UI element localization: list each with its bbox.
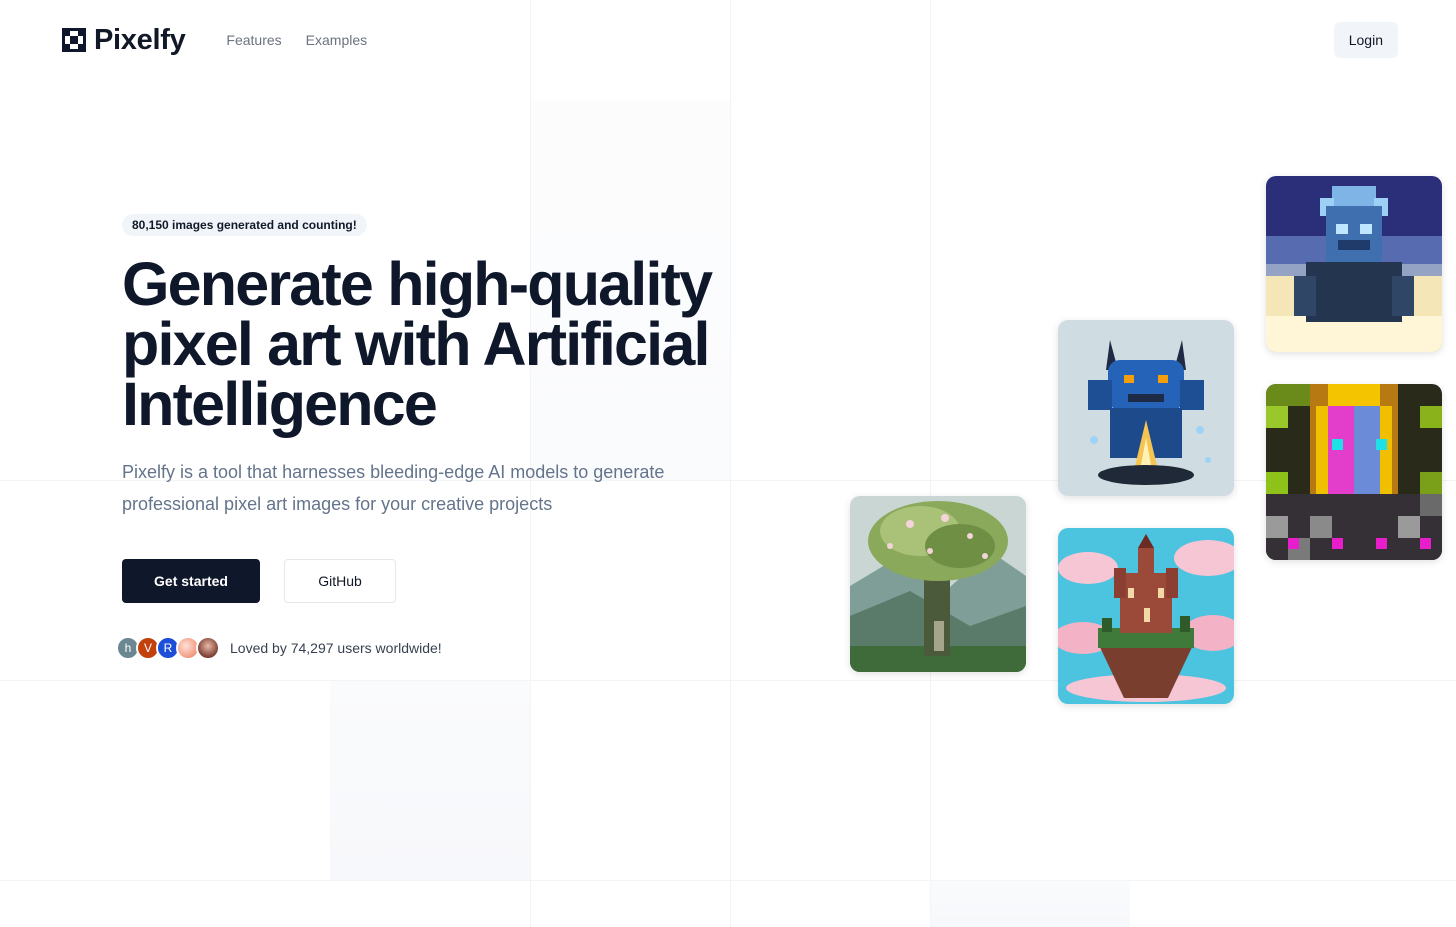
pixel-art-blue-dragon <box>1058 320 1234 496</box>
site-header: Pixelfy Features Examples Login <box>0 0 1456 80</box>
cta-row: Get started GitHub <box>122 559 782 603</box>
get-started-button[interactable]: Get started <box>122 559 260 603</box>
castle-image <box>1058 528 1234 704</box>
main-nav: Features Examples <box>226 32 367 48</box>
hero-subtitle: Pixelfy is a tool that harnesses bleedin… <box>122 462 665 514</box>
ice-demon-image <box>1266 176 1442 352</box>
github-button[interactable]: GitHub <box>284 559 396 603</box>
pixel-art-ice-demon <box>1266 176 1442 352</box>
nav-link-features[interactable]: Features <box>226 32 281 48</box>
pixel-logo-icon <box>62 28 86 52</box>
tree-image <box>850 496 1026 672</box>
social-proof-text: Loved by 74,297 users worldwide! <box>230 640 442 656</box>
nav-link-examples[interactable]: Examples <box>306 32 367 48</box>
avatar <box>196 636 220 660</box>
hero-section: 80,150 images generated and counting! Ge… <box>116 214 782 660</box>
pixel-art-floating-castle <box>1058 528 1234 704</box>
portal-image <box>1266 384 1442 560</box>
login-button[interactable]: Login <box>1333 22 1398 58</box>
social-proof: h V R Loved by 74,297 users worldwide! <box>116 636 782 660</box>
pixel-art-tree <box>850 496 1026 672</box>
images-generated-badge: 80,150 images generated and counting! <box>122 214 367 236</box>
logo-link[interactable]: Pixelfy <box>62 23 186 57</box>
dragon-image <box>1058 320 1234 496</box>
logo-text: Pixelfy <box>94 23 186 56</box>
hero-headline: Generate high-quality pixel art with Art… <box>122 250 713 438</box>
pixel-art-magenta-portal <box>1266 384 1442 560</box>
user-avatars: h V R <box>116 636 220 660</box>
